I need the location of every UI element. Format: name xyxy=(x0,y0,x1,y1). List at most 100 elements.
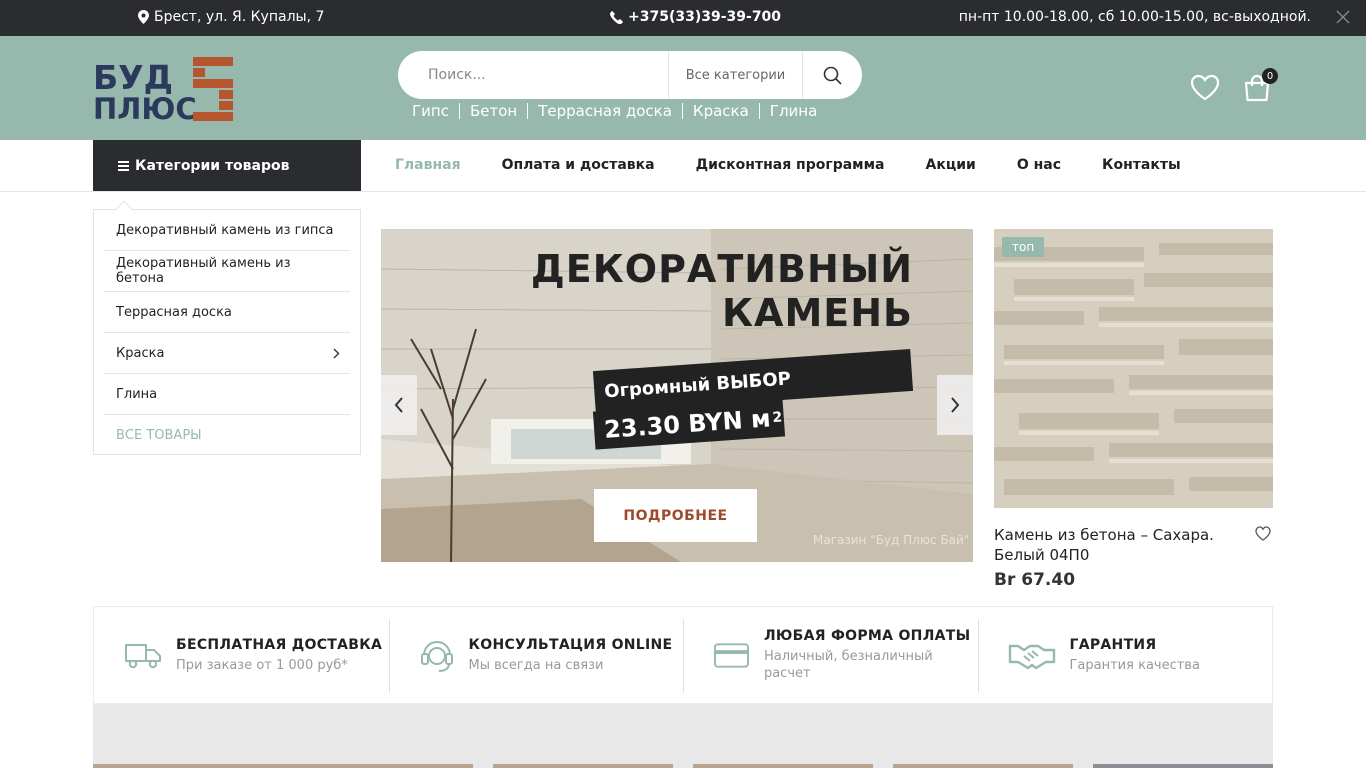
price-text: 23.30 BYN м xyxy=(603,404,772,444)
divider xyxy=(527,103,529,119)
working-hours: пн-пт 10.00-18.00, сб 10.00-15.00, вс-вы… xyxy=(958,9,1311,25)
headset-icon xyxy=(420,641,453,672)
feature-subtitle: Мы всегда на связи xyxy=(468,657,604,673)
headline-line-1: ДЕКОРАТИВНЫЙ xyxy=(530,247,913,291)
feature-title: БЕСПЛАТНАЯ ДОСТАВКА xyxy=(176,636,383,653)
category-item-concrete-stone[interactable]: Декоративный камень из бетона xyxy=(104,251,350,292)
phone[interactable]: +375(33)39-39-700 xyxy=(610,9,781,25)
handshake-icon xyxy=(1008,644,1055,670)
categories-toggle-button[interactable]: Категории товаров xyxy=(93,140,361,191)
quick-link-gypsum[interactable]: Гипс xyxy=(412,102,449,120)
quick-links: Гипс Бетон Террасная доска Краска Глина xyxy=(412,102,817,120)
feature-any-payment: ЛЮБАЯ ФОРМА ОПЛАТЫ Наличный, безналичный… xyxy=(683,607,978,703)
nav-item-about[interactable]: О нас xyxy=(1017,157,1061,173)
search-category-select[interactable]: Все категории xyxy=(668,51,803,99)
product-image[interactable]: топ xyxy=(994,229,1273,508)
thumbnail[interactable] xyxy=(493,764,673,768)
category-dropdown: Декоративный камень из гипса Декоративны… xyxy=(93,200,361,456)
search-bar: Все категории xyxy=(398,51,862,99)
thumbnail[interactable] xyxy=(893,764,1073,768)
category-item-label: Террасная доска xyxy=(116,304,232,320)
heart-icon[interactable] xyxy=(1255,526,1271,541)
feature-subtitle: Наличный, безналичный расчет xyxy=(763,649,933,681)
address: Брест, ул. Я. Купалы, 7 xyxy=(138,9,324,25)
feature-title: ГАРАНТИЯ xyxy=(1069,636,1157,653)
divider xyxy=(458,103,460,119)
cart-button[interactable]: 0 xyxy=(1243,68,1278,106)
slider-next-button[interactable] xyxy=(937,375,973,435)
category-item-clay[interactable]: Глина xyxy=(104,374,350,415)
wishlist-heart-icon[interactable] xyxy=(1190,74,1220,101)
feature-text: БЕСПЛАТНАЯ ДОСТАВКА При заказе от 1 000 … xyxy=(176,637,382,674)
header: БУД ПЛЮС Все категории Гипс Бетон Террас… xyxy=(0,36,1366,140)
menu: Главная Оплата и доставка Дисконтная про… xyxy=(395,157,1222,173)
category-item-gypsum-stone[interactable]: Декоративный камень из гипса xyxy=(104,210,350,251)
nav-item-discount-program[interactable]: Дисконтная программа xyxy=(696,157,885,173)
quick-link-paint[interactable]: Краска xyxy=(693,102,749,120)
categories-label: Категории товаров xyxy=(135,157,290,174)
chevron-right-icon xyxy=(333,348,340,358)
features-strip: БЕСПЛАТНАЯ ДОСТАВКА При заказе от 1 000 … xyxy=(93,606,1273,704)
product-tag-badge: топ xyxy=(1002,237,1045,257)
next-section-thumbnails xyxy=(93,764,1273,768)
slide-headline: ДЕКОРАТИВНЫЙ КАМЕНЬ xyxy=(531,247,913,335)
quick-link-clay[interactable]: Глина xyxy=(770,102,817,120)
thumbnail[interactable] xyxy=(1093,764,1273,768)
divider xyxy=(681,103,683,119)
divider xyxy=(758,103,760,119)
hero-slider: ДЕКОРАТИВНЫЙ КАМЕНЬ Огромный ВЫБОР 23.30… xyxy=(381,229,973,562)
slide-watermark: Магазин "Буд Плюс Бай" xyxy=(813,533,970,547)
category-item-paint[interactable]: Краска xyxy=(104,333,350,374)
feature-free-delivery: БЕСПЛАТНАЯ ДОСТАВКА При заказе от 1 000 … xyxy=(94,607,389,703)
category-item-all-products[interactable]: ВСЕ ТОВАРЫ xyxy=(104,415,350,456)
top-bar: Брест, ул. Я. Купалы, 7 +375(33)39-39-70… xyxy=(0,0,1366,36)
map-pin-icon xyxy=(138,10,149,24)
slide-details-button[interactable]: ПОДРОБНЕЕ xyxy=(594,489,757,542)
feature-guarantee: ГАРАНТИЯ Гарантия качества xyxy=(977,607,1273,703)
feature-text: ЛЮБАЯ ФОРМА ОПЛАТЫ Наличный, безналичный… xyxy=(764,628,978,682)
close-icon[interactable] xyxy=(1336,10,1350,24)
product-title[interactable]: Камень из бетона – Сахара. Белый 04П0 xyxy=(994,525,1254,565)
phone-text[interactable]: +375(33)39-39-700 xyxy=(628,9,781,25)
chevron-right-icon xyxy=(951,397,960,413)
search-input[interactable] xyxy=(398,51,668,99)
feature-text: ГАРАНТИЯ Гарантия качества xyxy=(1070,637,1200,674)
feature-title: ЛЮБАЯ ФОРМА ОПЛАТЫ xyxy=(763,628,971,644)
chevron-left-icon xyxy=(394,397,403,413)
all-products-label: ВСЕ ТОВАРЫ xyxy=(116,428,202,443)
feature-subtitle: Гарантия качества xyxy=(1069,657,1200,673)
quick-link-concrete[interactable]: Бетон xyxy=(470,102,517,120)
credit-card-icon xyxy=(713,643,749,668)
headline-line-2: КАМЕНЬ xyxy=(721,291,913,335)
feature-online-consultation: КОНСУЛЬТАЦИЯ ONLINE Мы всегда на связи xyxy=(388,607,684,703)
category-item-label: Глина xyxy=(116,386,158,402)
thumbnail[interactable] xyxy=(93,764,473,768)
truck-icon xyxy=(125,644,161,669)
category-item-terrace-board[interactable]: Террасная доска xyxy=(104,292,350,333)
hamburger-icon xyxy=(118,160,129,171)
search-button[interactable] xyxy=(803,51,862,99)
nav-item-promotions[interactable]: Акции xyxy=(926,157,976,173)
price-superscript: 2 xyxy=(771,409,783,427)
next-section-background xyxy=(93,704,1273,768)
nav-item-contacts[interactable]: Контакты xyxy=(1102,157,1181,173)
nav-item-payment-delivery[interactable]: Оплата и доставка xyxy=(502,157,655,173)
quick-link-terrace-board[interactable]: Террасная доска xyxy=(538,102,672,120)
nav-item-home[interactable]: Главная xyxy=(395,157,461,173)
search-icon xyxy=(823,66,842,85)
svg-text:ПЛЮС: ПЛЮС xyxy=(93,92,197,122)
category-item-label: Декоративный камень из бетона xyxy=(116,256,291,286)
cart-count-badge: 0 xyxy=(1262,68,1278,84)
feature-text: КОНСУЛЬТАЦИЯ ONLINE Мы всегда на связи xyxy=(469,637,673,674)
product-price: Br 67.40 xyxy=(994,570,1076,590)
phone-icon xyxy=(610,10,623,24)
slider-prev-button[interactable] xyxy=(381,375,417,435)
feature-title: КОНСУЛЬТАЦИЯ ONLINE xyxy=(468,636,673,653)
category-item-label: Декоративный камень из гипса xyxy=(116,222,334,238)
category-item-label: Краска xyxy=(116,345,165,361)
address-text: Брест, ул. Я. Купалы, 7 xyxy=(154,9,325,25)
logo[interactable]: БУД ПЛЮС xyxy=(93,56,235,122)
stone-texture-image xyxy=(994,229,1273,508)
feature-subtitle: При заказе от 1 000 руб* xyxy=(176,657,348,673)
thumbnail[interactable] xyxy=(693,764,873,768)
